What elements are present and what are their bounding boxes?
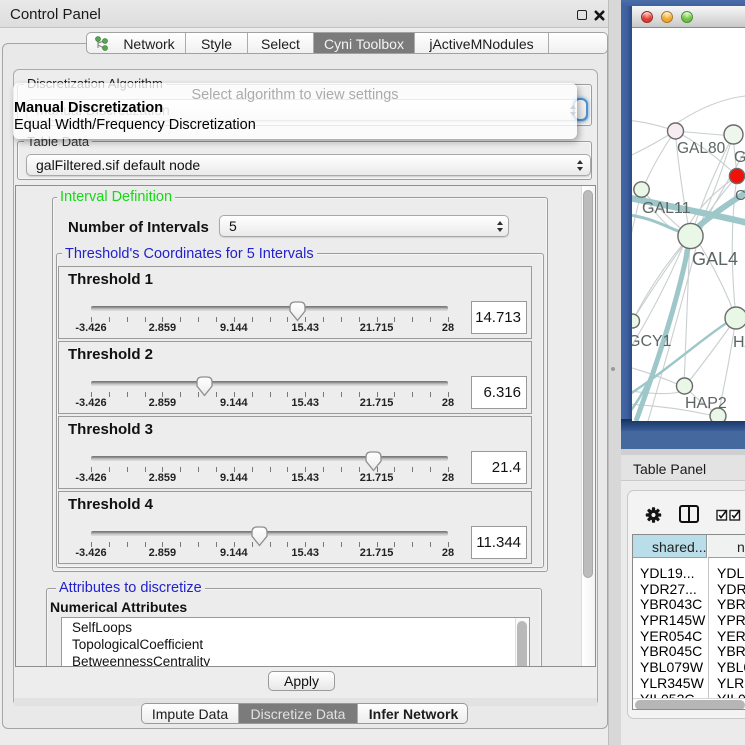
svg-text:GCY1: GCY1 — [632, 333, 672, 350]
svg-text:GAL11: GAL11 — [642, 200, 691, 217]
svg-text:GAL80: GAL80 — [677, 140, 726, 157]
svg-text:HAP2: HAP2 — [685, 395, 727, 412]
svg-text:HA: HA — [733, 334, 745, 351]
svg-text:GAL4: GAL4 — [692, 249, 738, 269]
svg-text:C: C — [735, 187, 745, 204]
svg-text:GA: GA — [734, 149, 745, 166]
